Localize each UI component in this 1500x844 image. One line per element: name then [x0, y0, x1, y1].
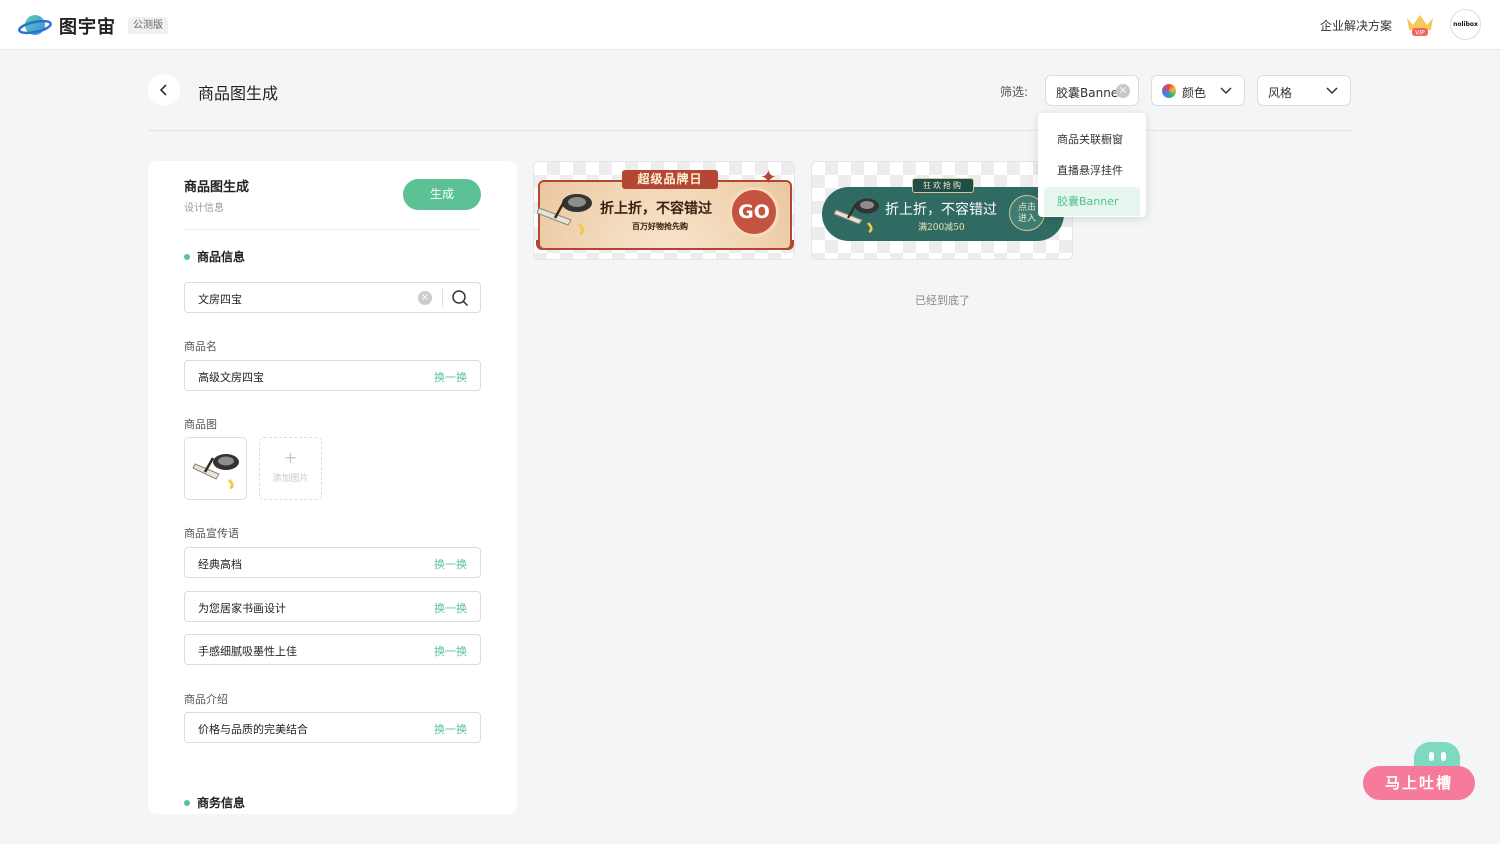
dropdown-option-capsule-banner[interactable]: 胶囊Banner	[1044, 187, 1140, 216]
plus-icon: +	[283, 448, 298, 467]
filter-style-label: 风格	[1268, 86, 1293, 100]
dropdown-option-showcase[interactable]: 商品关联橱窗	[1044, 125, 1140, 154]
swap-button[interactable]: 换一换	[434, 369, 467, 385]
slogan-value: 为您居家书画设计	[198, 602, 286, 615]
slogan-value: 手感细腻吸墨性上佳	[198, 645, 297, 658]
clear-filter-icon[interactable]: ×	[1116, 84, 1130, 98]
header-divider	[148, 130, 1352, 131]
product-name-label: 商品名	[184, 340, 217, 353]
search-separator	[442, 289, 443, 307]
banner-enter-line2: 进入	[1017, 214, 1036, 224]
search-icon[interactable]	[451, 289, 469, 307]
product-image	[192, 454, 239, 490]
product-name-field[interactable]: 高级文房四宝 换一换	[184, 360, 481, 391]
end-of-list-text: 已经到底了	[915, 294, 970, 307]
banner-subline: 百万好物抢先购	[632, 222, 688, 231]
clear-search-icon[interactable]: ×	[418, 291, 432, 305]
filter-type-chip[interactable]: 胶囊Banner ×	[1045, 75, 1139, 106]
product-image-label: 商品图	[184, 418, 217, 431]
banner-go-button: GO	[729, 187, 779, 237]
panel-subtitle: 设计信息	[184, 203, 224, 214]
add-image-button[interactable]: + 添加图片	[259, 437, 322, 500]
swap-button[interactable]: 换一换	[434, 556, 467, 572]
slogan-field-2[interactable]: 为您居家书画设计 换一换	[184, 591, 481, 622]
top-bar: 图宇宙 公测版 企业解决方案 VIP nolibox	[0, 0, 1500, 50]
banner-headline: 折上折，不容错过	[600, 201, 712, 217]
banner-headline: 折上折，不容错过	[885, 202, 997, 218]
chevron-down-icon	[1326, 87, 1338, 95]
swap-button[interactable]: 换一换	[434, 721, 467, 737]
planet-logo-icon[interactable]	[18, 12, 52, 38]
banner-title: 超级品牌日	[622, 170, 718, 189]
filter-style-select[interactable]: 风格	[1257, 75, 1351, 106]
banner-subline: 满200减50	[918, 223, 965, 233]
panel-divider	[184, 229, 481, 230]
filter-type-value: 胶囊Banner	[1056, 86, 1124, 100]
beta-badge: 公测版	[128, 17, 168, 34]
brand-name[interactable]: 图宇宙	[59, 13, 116, 39]
swap-button[interactable]: 换一换	[434, 643, 467, 659]
swap-button[interactable]: 换一换	[434, 600, 467, 616]
slogan-field-3[interactable]: 手感细腻吸墨性上佳 换一换	[184, 634, 481, 665]
page-title: 商品图生成	[198, 84, 279, 103]
intro-field[interactable]: 价格与品质的完美结合 换一换	[184, 712, 481, 743]
mascot-eye	[1429, 752, 1434, 761]
color-wheel-icon	[1162, 84, 1176, 98]
panel-title: 商品图生成	[184, 180, 250, 195]
enterprise-solutions-link[interactable]: 企业解决方案	[1320, 17, 1392, 34]
slogan-field-1[interactable]: 经典高档 换一换	[184, 547, 481, 578]
back-button[interactable]	[148, 74, 180, 106]
chevron-down-icon	[1220, 87, 1232, 95]
search-value: 文房四宝	[198, 293, 242, 306]
design-info-panel: 商品图生成 设计信息 生成 商品信息 文房四宝 × 商品名 高级文房四宝 换一换…	[148, 161, 517, 814]
slogan-value: 经典高档	[198, 558, 242, 571]
chevron-left-icon	[159, 84, 167, 96]
svg-text:VIP: VIP	[1415, 30, 1425, 37]
section-product-info: 商品信息	[184, 248, 245, 265]
slogan-label: 商品宣传语	[184, 527, 239, 540]
product-image	[834, 198, 879, 234]
feedback-button[interactable]: 马上吐槽	[1363, 766, 1475, 800]
section-business-info: 商务信息	[184, 794, 245, 811]
banner-enter-line1: 点击	[1017, 203, 1036, 213]
add-image-label: 添加图片	[272, 474, 309, 484]
banner-card-1[interactable]: ✦ 超级品牌日 折上折，不容错过 百万好物抢先购 GO	[533, 161, 795, 260]
filter-color-label: 颜色	[1182, 86, 1207, 100]
product-image	[537, 194, 592, 236]
vip-crown-icon[interactable]: VIP	[1404, 12, 1436, 38]
banner-tag: 狂欢抢购	[912, 178, 974, 193]
filter-label: 筛选:	[1000, 85, 1029, 99]
intro-value: 价格与品质的完美结合	[198, 723, 308, 736]
generate-button[interactable]: 生成	[403, 179, 481, 210]
sparkle-icon: ✦	[760, 165, 777, 189]
banner-card-2[interactable]: 狂欢抢购 折上折，不容错过 满200减50 点击 进入	[811, 161, 1073, 260]
product-name-value: 高级文房四宝	[198, 371, 264, 384]
banner-type-dropdown: 商品关联橱窗 直播悬浮挂件 胶囊Banner	[1038, 113, 1146, 217]
product-image-thumbnail[interactable]	[184, 437, 247, 500]
filter-color-select[interactable]: 颜色	[1151, 75, 1245, 106]
dropdown-option-live-widget[interactable]: 直播悬浮挂件	[1044, 156, 1140, 185]
product-search-input[interactable]: 文房四宝 ×	[184, 282, 481, 313]
intro-label: 商品介绍	[184, 693, 228, 706]
user-avatar[interactable]: nolibox	[1450, 9, 1481, 40]
mascot-eye	[1441, 752, 1446, 761]
